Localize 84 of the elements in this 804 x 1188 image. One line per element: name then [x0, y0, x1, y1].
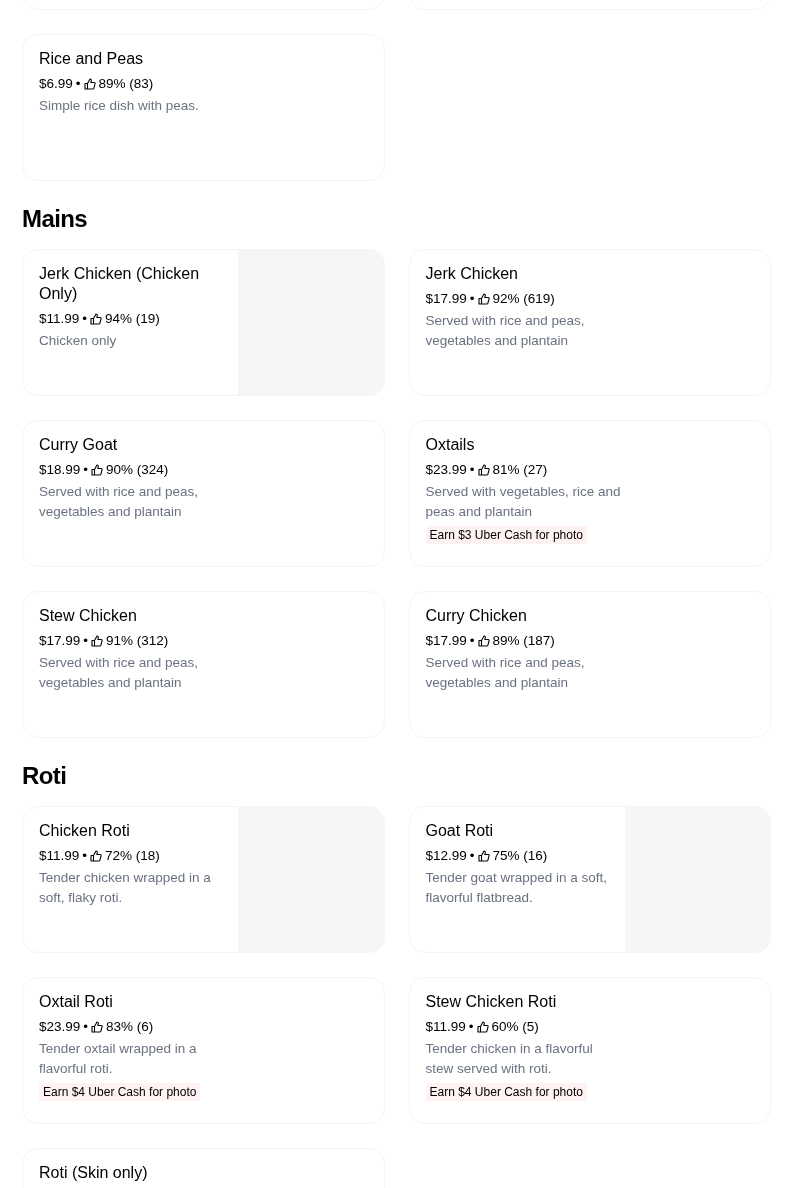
menu-item-card[interactable]: Curry Goat $18.99 • 90% (324) Served with rice and peas, vegetables and plantain [22, 420, 385, 567]
thumbs-up-icon [91, 464, 104, 476]
separator-dot: • [83, 461, 89, 479]
item-price: $6.99 [39, 75, 73, 93]
item-rating: 91% (312) [106, 632, 169, 650]
item-title: Goat Roti [425, 821, 495, 841]
thumbs-up-icon [90, 313, 103, 325]
item-description: Tender chicken wrapped in a soft, flaky roti. [39, 869, 212, 907]
item-rating: 60% (5) [491, 1018, 539, 1036]
item-title: Oxtails [425, 435, 476, 455]
item-price: $23.99 [39, 1018, 81, 1036]
item-description: Served with rice and peas, vegetables and plantain [425, 312, 586, 350]
item-description: Simple rice dish with peas. [39, 97, 200, 115]
separator-dot: • [469, 847, 475, 865]
separator-dot: • [82, 310, 88, 328]
menu-item-card[interactable]: Stew Chicken Roti $11.99 • 60% (5) Tender chicken in a flavorful stew served with roti. Earn $4 Uber Cash for photo [408, 977, 771, 1124]
thumbs-up-icon [477, 293, 490, 305]
menu-item-card[interactable]: Jerk Chicken $17.99 • 92% (619) Served with rice and peas, vegetables and plantain [408, 249, 771, 396]
item-price: $11.99 [425, 1018, 466, 1036]
item-price: $23.99 [425, 461, 467, 479]
item-price: $17.99 [425, 632, 467, 650]
item-description: Served with rice and peas, vegetables and plantain [39, 654, 200, 692]
item-description: Served with rice and peas, vegetables and plantain [425, 654, 586, 692]
separator-dot: • [469, 461, 475, 479]
item-rating: 92% (619) [492, 290, 555, 308]
item-description: Tender chicken in a flavorful stew served with roti. [425, 1040, 594, 1078]
promo-badge: Earn $4 Uber Cash for photo [425, 1083, 587, 1101]
thumbs-up-icon [91, 635, 104, 647]
item-title: Jerk Chicken [425, 264, 519, 284]
item-rating: 83% (6) [106, 1018, 154, 1036]
menu-item-card[interactable]: Stew Chicken $17.99 • 91% (312) Served with rice and peas, vegetables and plantain [22, 591, 385, 738]
item-rating: 81% (27) [492, 461, 548, 479]
menu-item-card[interactable]: Curry Chicken $17.99 • 89% (187) Served with rice and peas, vegetables and plantain [408, 591, 771, 738]
separator-dot: • [83, 632, 89, 650]
item-description: Chicken only [39, 332, 118, 350]
menu-item-card[interactable]: Rice and Peas $6.99 • 89% (83) Simple rice dish with peas. [22, 34, 385, 181]
separator-dot: • [468, 1018, 474, 1036]
item-title: Curry Chicken [425, 606, 528, 626]
item-description: Served with vegetables, rice and peas and plantain [425, 483, 622, 521]
item-description: Tender oxtail wrapped in a flavorful roti. [39, 1040, 198, 1078]
thumbs-up-icon [90, 850, 103, 862]
item-rating: 89% (83) [98, 75, 154, 93]
item-title: Curry Goat [39, 435, 119, 455]
item-price: $17.99 [39, 632, 81, 650]
item-title: Oxtail Roti [39, 992, 114, 1012]
item-title: Jerk Chicken (Chicken Only) [39, 264, 201, 304]
separator-dot: • [469, 290, 475, 308]
item-description: Served with rice and peas, vegetables and plantain [39, 483, 200, 521]
separator-dot: • [75, 75, 81, 93]
thumbs-up-icon [477, 635, 490, 647]
promo-badge: Earn $3 Uber Cash for photo [425, 526, 587, 544]
item-title: Chicken Roti [39, 821, 131, 841]
item-price: $18.99 [39, 461, 81, 479]
separator-dot: • [83, 1018, 89, 1036]
promo-badge: Earn $4 Uber Cash for photo [39, 1083, 201, 1101]
item-rating: 90% (324) [106, 461, 169, 479]
item-description: Tender goat wrapped in a soft, flavorful flatbread. [425, 869, 609, 907]
separator-dot: • [82, 847, 88, 865]
item-title: Stew Chicken Roti [425, 992, 558, 1012]
thumbs-up-icon [91, 1021, 104, 1033]
section-heading: Roti [22, 761, 68, 791]
thumbs-up-icon [477, 850, 490, 862]
thumbs-up-icon [477, 464, 490, 476]
item-price: $17.99 [425, 290, 467, 308]
item-price: $11.99 [39, 847, 80, 865]
item-price: $11.99 [39, 310, 80, 328]
section-heading: Mains [22, 204, 89, 234]
item-rating: 72% (18) [105, 847, 160, 865]
menu-item-card[interactable]: Chicken Roti $11.99 • 72% (18) Tender chicken wrapped in a soft, flaky roti. [22, 806, 385, 953]
menu-item-card[interactable]: Jerk Chicken (Chicken Only) $11.99 • 94% (19) Chicken only [22, 249, 385, 396]
item-title: Rice and Peas [39, 49, 145, 69]
menu-item-card[interactable]: Goat Roti $12.99 • 75% (16) Tender goat wrapped in a soft, flavorful flatbread. [408, 806, 771, 953]
item-title: Stew Chicken [39, 606, 138, 626]
item-rating: 89% (187) [492, 632, 555, 650]
thumbs-up-icon [83, 78, 96, 90]
menu-item-card[interactable]: Oxtail Roti $23.99 • 83% (6) Tender oxtail wrapped in a flavorful roti. Earn $4 Uber Cash for photo [22, 977, 385, 1124]
separator-dot: • [469, 632, 475, 650]
item-rating: 94% (19) [105, 310, 160, 328]
thumbs-up-icon [476, 1021, 489, 1033]
menu-item-card[interactable]: Oxtails $23.99 • 81% (27) Served with vegetables, rice and peas and plantain Earn $3 Uber Cash for photo [408, 420, 771, 567]
menu-item-card[interactable]: Roti (Skin only) [22, 1148, 385, 1188]
item-rating: 75% (16) [492, 847, 548, 865]
item-price: $12.99 [425, 847, 467, 865]
item-title: Roti (Skin only) [39, 1163, 149, 1183]
